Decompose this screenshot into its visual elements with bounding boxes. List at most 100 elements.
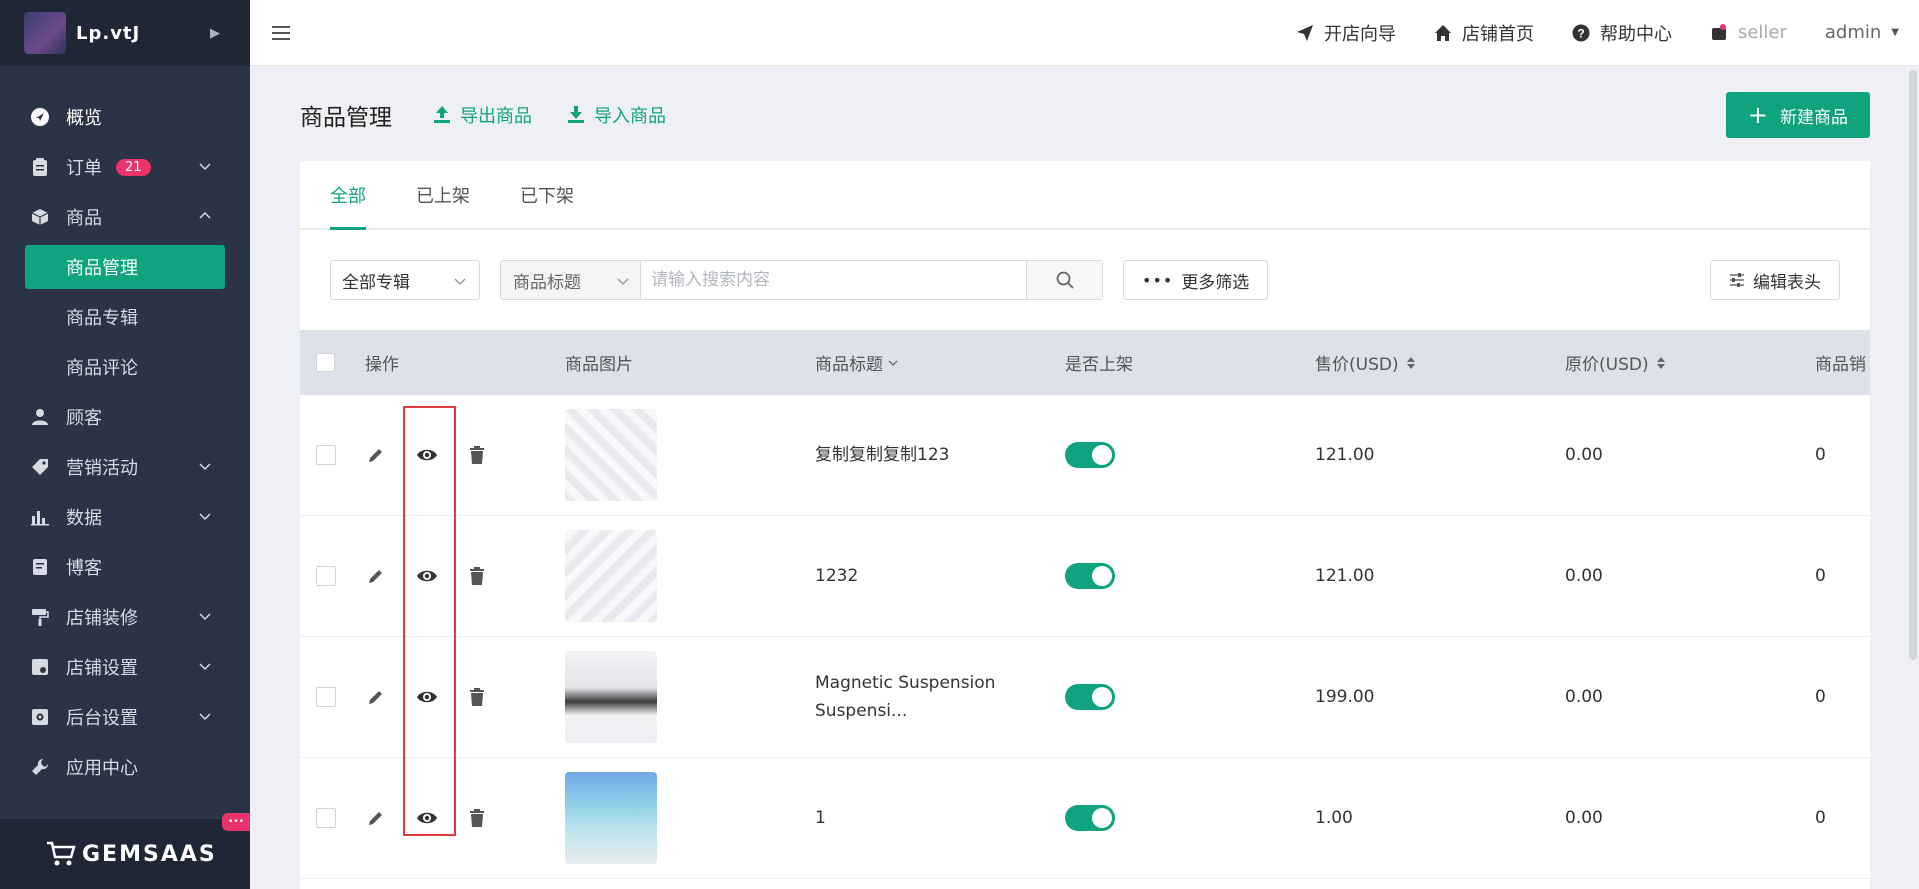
gear-icon: [30, 707, 50, 727]
sidebar-item-label: 博客: [66, 558, 102, 579]
sidebar-item-products[interactable]: 商品: [0, 192, 250, 242]
product-title: Magnetic Suspension Suspensi...: [815, 673, 996, 721]
seller-menu[interactable]: seller: [1710, 22, 1787, 43]
sidebar-item-admin-settings[interactable]: 后台设置: [0, 692, 250, 742]
row-checkbox[interactable]: [316, 808, 336, 828]
new-product-label: 新建商品: [1780, 107, 1848, 128]
on-sale-toggle[interactable]: [1065, 684, 1115, 710]
sidebar-item-data[interactable]: 数据: [0, 492, 250, 542]
edit-columns-label: 编辑表头: [1753, 272, 1821, 293]
page-scrollbar[interactable]: [1909, 70, 1917, 660]
store-icon: [30, 657, 50, 677]
box-icon: [30, 207, 50, 227]
search-group: 商品标题: [500, 260, 1103, 300]
on-sale-toggle[interactable]: [1065, 805, 1115, 831]
view-icon[interactable]: [416, 686, 438, 708]
brand-logo[interactable]: [24, 12, 66, 54]
chevron-down-icon: [199, 163, 211, 171]
product-image[interactable]: [565, 530, 657, 622]
upload-icon: [434, 106, 450, 123]
new-product-button[interactable]: + 新建商品: [1725, 92, 1870, 138]
chevron-down-icon: [888, 360, 898, 366]
product-image[interactable]: [565, 651, 657, 743]
sidebar-item-blog[interactable]: 博客: [0, 542, 250, 592]
sales-cell: 0: [1815, 687, 1826, 707]
chevron-down-icon: [199, 713, 211, 721]
header-price-sortable[interactable]: 售价(USD): [1315, 350, 1415, 375]
header-image: 商品图片: [565, 355, 633, 375]
sidebar-subitem-reviews[interactable]: 商品评论: [0, 342, 250, 392]
top-link-label: 帮助中心: [1599, 23, 1672, 45]
sidebar-item-label: 应用中心: [66, 758, 138, 779]
svg-text:?: ?: [1577, 26, 1584, 40]
setup-guide-link[interactable]: 开店向导: [1296, 20, 1396, 46]
row-checkbox[interactable]: [316, 687, 336, 707]
delete-icon[interactable]: [466, 807, 488, 829]
tab-on-sale[interactable]: 已上架: [416, 182, 470, 228]
row-checkbox[interactable]: [316, 445, 336, 465]
store-home-link[interactable]: 店铺首页: [1434, 20, 1534, 46]
tab-off-sale[interactable]: 已下架: [520, 182, 574, 228]
view-icon[interactable]: [416, 807, 438, 829]
on-sale-toggle[interactable]: [1065, 442, 1115, 468]
plus-icon: +: [1747, 101, 1768, 129]
menu-toggle-icon[interactable]: [272, 25, 290, 40]
wrench-icon: [30, 757, 50, 777]
tab-all[interactable]: 全部: [330, 182, 366, 230]
sort-icon: [1406, 356, 1415, 369]
user-name: admin: [1824, 22, 1882, 43]
edit-icon[interactable]: [365, 565, 387, 587]
delete-icon[interactable]: [466, 444, 488, 466]
product-title: 1: [815, 808, 826, 828]
view-icon[interactable]: [416, 444, 438, 466]
select-all-checkbox[interactable]: [316, 353, 335, 372]
sidebar-item-label: 后台设置: [66, 708, 138, 729]
help-center-link[interactable]: ? 帮助中心: [1572, 20, 1672, 46]
delete-icon[interactable]: [466, 686, 488, 708]
sidebar-item-store-design[interactable]: 店铺装修: [0, 592, 250, 642]
edit-icon[interactable]: [365, 807, 387, 829]
on-sale-toggle[interactable]: [1065, 563, 1115, 589]
tag-icon: [30, 457, 50, 477]
collapse-arrow-icon[interactable]: ▶: [210, 26, 220, 41]
sidebar-item-customers[interactable]: 顾客: [0, 392, 250, 442]
product-image[interactable]: [565, 772, 657, 864]
sidebar-menu: 概览 订单 21 商品 商品管理 商品专辑 商品评论 顾客 营销活动 数据 博客…: [0, 66, 250, 792]
header-original-price-sortable[interactable]: 原价(USD): [1565, 350, 1665, 375]
sidebar-item-orders[interactable]: 订单 21: [0, 142, 250, 192]
sidebar-subitem-collections[interactable]: 商品专辑: [0, 292, 250, 342]
paper-plane-icon: [1296, 24, 1314, 42]
header-title: 商品标题: [815, 355, 883, 375]
sliders-icon: [1730, 273, 1744, 287]
view-icon[interactable]: [416, 565, 438, 587]
import-products-button[interactable]: 导入商品: [566, 102, 666, 128]
product-image[interactable]: [565, 409, 657, 501]
search-field-select[interactable]: 商品标题: [501, 261, 641, 299]
footer-logo: GEMSAAS: [82, 841, 217, 867]
download-icon: [568, 106, 584, 123]
export-products-button[interactable]: 导出商品: [432, 102, 532, 128]
original-price-cell: 0.00: [1565, 808, 1603, 828]
collection-select[interactable]: 全部专辑: [330, 260, 480, 300]
sidebar-item-label: 顾客: [66, 408, 102, 429]
table-row: 复制复制复制123 121.00 0.00 0: [300, 395, 1870, 516]
search-button[interactable]: [1026, 261, 1102, 299]
more-filters-button[interactable]: ••• 更多筛选: [1123, 260, 1269, 300]
brand-name: Lp.vtJ: [76, 22, 141, 44]
sidebar-subitem-product-management[interactable]: 商品管理: [25, 245, 225, 289]
filter-bar: 全部专辑 商品标题 ••• 更多筛选 编辑表头: [300, 230, 1870, 330]
edit-icon[interactable]: [365, 686, 387, 708]
bar-chart-icon: [30, 507, 50, 527]
document-icon: [30, 557, 50, 577]
sidebar-item-store-settings[interactable]: 店铺设置: [0, 642, 250, 692]
row-checkbox[interactable]: [316, 566, 336, 586]
delete-icon[interactable]: [466, 565, 488, 587]
user-menu[interactable]: admin ▼: [1825, 22, 1899, 43]
search-input[interactable]: [641, 261, 1026, 299]
edit-icon[interactable]: [365, 444, 387, 466]
sidebar-item-overview[interactable]: 概览: [0, 92, 250, 142]
header-title-sortable[interactable]: 商品标题: [815, 350, 899, 375]
sidebar-item-marketing[interactable]: 营销活动: [0, 442, 250, 492]
sidebar-item-app-center[interactable]: 应用中心: [0, 742, 250, 792]
edit-columns-button[interactable]: 编辑表头: [1710, 260, 1840, 300]
